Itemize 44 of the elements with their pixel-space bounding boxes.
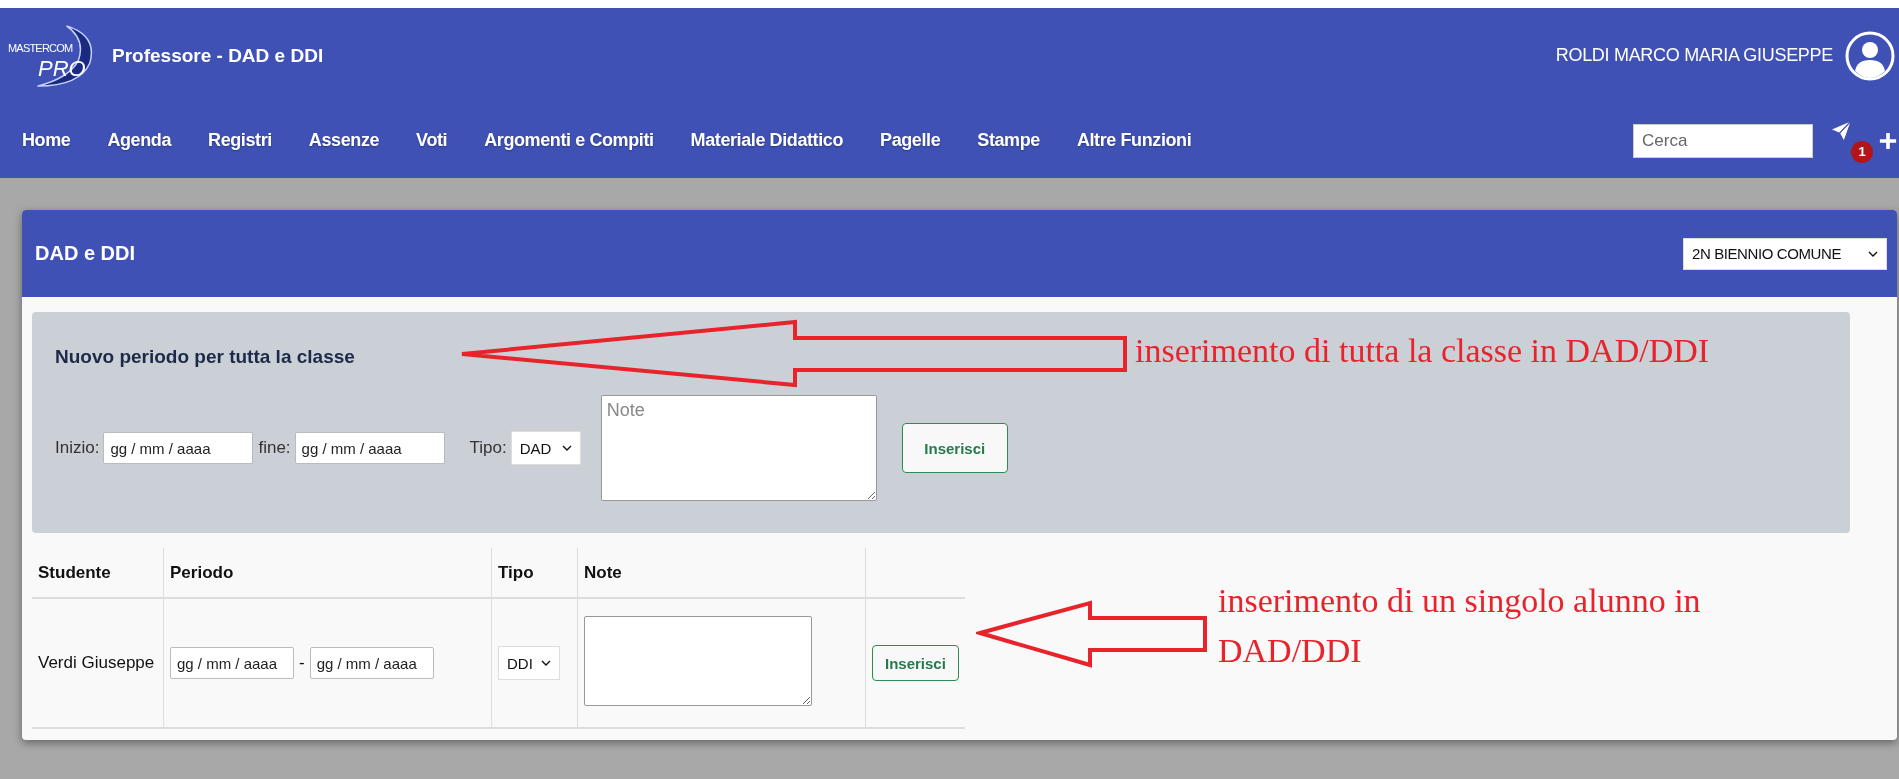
plus-icon[interactable] — [1879, 131, 1897, 150]
date-field[interactable]: gg / mm / aaaa — [309, 647, 434, 679]
field-label: Tipo: — [469, 438, 507, 458]
column-header: Studente — [38, 562, 111, 582]
avatar-icon[interactable] — [1845, 30, 1895, 81]
date-field[interactable]: gg / mm / aaaa — [103, 432, 254, 464]
nav-link[interactable]: Home — [22, 130, 71, 151]
search-field[interactable]: Cerca — [1633, 123, 1813, 158]
column-header: Note — [584, 562, 622, 582]
caret-icon — [541, 660, 551, 666]
nav-link[interactable]: Pagelle — [880, 130, 941, 151]
annotation-text: inserimento di un singolo alunno in DAD/DDI — [1218, 581, 1702, 671]
note-field[interactable]: Note — [600, 395, 877, 501]
date-field[interactable]: gg / mm / aaaa — [294, 432, 445, 464]
type-select[interactable]: DDI — [498, 646, 560, 680]
insert-button[interactable]: Inserisci — [901, 423, 1008, 473]
page-title: Professore - DAD e DDI — [112, 44, 324, 67]
range-separator: - — [299, 653, 305, 673]
field-label: Inizio: — [55, 438, 100, 458]
caret-icon — [1868, 250, 1878, 257]
nav-link[interactable]: Registri — [208, 130, 272, 151]
nav-link[interactable]: Voti — [416, 130, 448, 151]
column-header: Periodo — [170, 562, 234, 582]
card-title: DAD e DDI — [35, 242, 135, 265]
nav-link[interactable]: Agenda — [107, 130, 172, 151]
class-select[interactable]: 2N BIENNIO COMUNE — [1683, 237, 1887, 270]
user-name[interactable]: ROLDI MARCO MARIA GIUSEPPE — [1555, 45, 1833, 66]
insert-button[interactable]: Inserisci — [872, 645, 959, 681]
paper-plane-icon[interactable] — [1829, 118, 1853, 143]
caret-icon — [561, 445, 572, 451]
nav-link[interactable]: Argomenti e Compiti — [484, 130, 654, 151]
nav-link[interactable]: Assenze — [308, 130, 380, 151]
nav-link[interactable]: Materiale Didattico — [690, 130, 844, 151]
type-select[interactable]: DAD — [510, 431, 581, 465]
column-header: Tipo — [498, 562, 534, 582]
field-label: fine: — [258, 438, 291, 458]
nav-link[interactable]: Altre Funzioni — [1076, 130, 1192, 151]
notification-badge: 1 — [1851, 140, 1873, 163]
student-name: Verdi Giuseppe — [38, 653, 155, 672]
note-field[interactable] — [584, 615, 812, 706]
annotation-text: inserimento di tutta la classe in DAD/DDI — [1135, 332, 1710, 370]
date-field[interactable]: gg / mm / aaaa — [170, 647, 294, 679]
section-title: Nuovo periodo per tutta la classe — [55, 345, 355, 369]
nav-link[interactable]: Stampe — [977, 130, 1040, 151]
